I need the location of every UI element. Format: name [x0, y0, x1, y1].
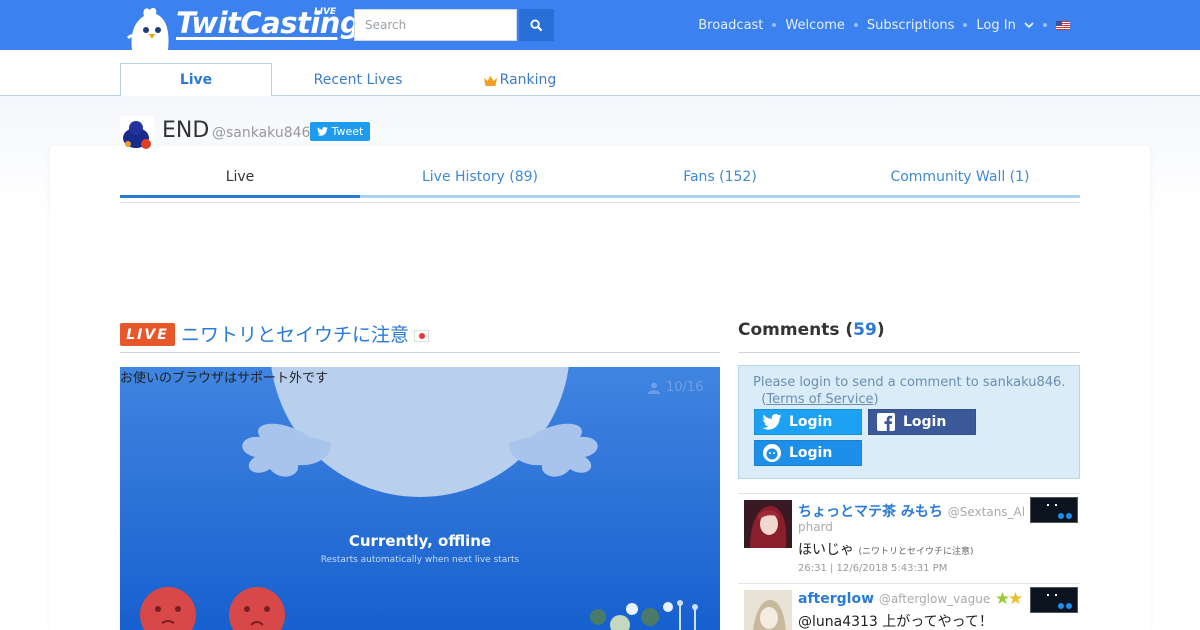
commenter-handle: @Sextans_Al	[947, 505, 1026, 519]
comments-title: Comments	[738, 320, 840, 340]
tab-recent-lives[interactable]: Recent Lives	[282, 63, 434, 96]
live-thumbnail[interactable]	[1030, 587, 1078, 613]
twitter-bird-icon	[316, 127, 328, 136]
tweet-button[interactable]: Tweet	[310, 122, 370, 141]
chevron-down-icon	[1024, 21, 1034, 28]
live-thumbnail-image	[1031, 588, 1077, 612]
live-title[interactable]: ニワトリとセイウチに注意	[181, 320, 409, 347]
facebook-login-button[interactable]: Login	[868, 409, 976, 435]
twitcasting-login-label: Login	[789, 445, 833, 461]
commenter-name-text: afterglow	[798, 591, 875, 607]
commenter-avatar[interactable]	[744, 500, 792, 548]
comment-time: 26:31 | 12/6/2018 5:43:31 PM	[798, 563, 948, 574]
comment-item: afterglow @afterglow_vague @luna4313 上がっ…	[738, 583, 1080, 630]
profile-tab-community-wall[interactable]: Community Wall (1)	[840, 158, 1080, 198]
live-badge: LIVE	[120, 323, 175, 346]
comment-text: ほいじゃ (ニワトリとセイウチに注意)	[798, 539, 973, 559]
star-badge-icon	[996, 592, 1022, 604]
tab-ranking[interactable]: Ranking	[444, 63, 596, 96]
commenter-avatar[interactable]	[744, 590, 792, 630]
nav-login[interactable]: Log In	[976, 18, 1034, 33]
tab-live[interactable]: Live	[120, 63, 272, 97]
commenter-name[interactable]: afterglow @afterglow_vague	[798, 591, 990, 607]
comment-live-tag: (ニワトリとセイウチに注意)	[858, 547, 974, 557]
unsupported-browser-notice: お使いのブラウザはサポート外です	[120, 371, 329, 386]
nav-separator	[772, 23, 777, 27]
user-avatar[interactable]	[120, 116, 154, 150]
nav-subscriptions[interactable]: Subscriptions	[867, 18, 955, 33]
nav-separator	[853, 23, 858, 27]
commenter-avatar-image	[744, 500, 792, 548]
twitter-login-button[interactable]: Login	[754, 409, 862, 435]
top-header: TwitCasting LIVE Broadcast Welcome Subsc…	[0, 0, 1200, 50]
comments-count: 59	[853, 320, 877, 340]
video-player[interactable]	[120, 367, 720, 630]
tab-ranking-label: Ranking	[499, 71, 557, 88]
japan-flag-icon	[414, 330, 429, 342]
user-icon	[648, 382, 660, 394]
commenter-handle-cont: phard	[798, 520, 833, 534]
twitcasting-login-button[interactable]: Login	[754, 440, 862, 466]
login-prompt: Please login to send a comment to sankak…	[753, 375, 1066, 407]
brand-live-badge: LIVE	[314, 7, 337, 17]
comment-text: @luna4313 上がってやって！	[798, 614, 993, 630]
commenter-avatar-image	[744, 590, 792, 630]
live-thumbnail[interactable]	[1030, 497, 1078, 523]
login-prompt-text: Please login to send a comment to sankak…	[753, 375, 1066, 390]
terms-link[interactable]: Terms of Service	[766, 392, 873, 407]
commenter-name-text: ちょっとマテ茶 みもち	[798, 504, 943, 520]
divider	[738, 352, 1080, 353]
profile-tab-live-history[interactable]: Live History (89)	[360, 158, 600, 198]
nav-welcome[interactable]: Welcome	[785, 18, 844, 33]
user-avatar-image	[120, 116, 154, 150]
crown-icon	[483, 75, 497, 86]
top-nav: Broadcast Welcome Subscriptions Log In	[698, 0, 1070, 50]
viewer-count: 10/16	[648, 380, 703, 395]
nav-broadcast[interactable]: Broadcast	[698, 18, 763, 33]
commenter-handle: @afterglow_vague	[878, 592, 991, 606]
twitter-bird-icon	[762, 414, 782, 430]
comments-heading: Comments (59)	[738, 320, 885, 340]
search-input[interactable]	[354, 9, 517, 41]
offline-subtext: Restarts automatically when next live st…	[320, 555, 520, 565]
user-name: END	[162, 118, 210, 143]
profile-tab-live[interactable]: Live	[120, 158, 360, 198]
profile-tab-fans[interactable]: Fans (152)	[600, 158, 840, 198]
twitcasting-logo[interactable]: TwitCasting LIVE	[126, 4, 361, 50]
comment-body: ほいじゃ	[798, 542, 854, 558]
nav-separator	[1043, 23, 1047, 27]
search-button[interactable]	[519, 9, 554, 41]
tweet-label: Tweet	[331, 125, 364, 138]
viewer-count-value: 10/16	[666, 380, 704, 395]
nav-separator	[963, 23, 968, 27]
offline-mascot-illustration	[140, 367, 698, 630]
comment-item: ちょっとマテ茶 みもち @Sextans_Al phard ほいじゃ (ニワトリ…	[738, 493, 1080, 583]
offline-status: Currently, offline	[348, 532, 492, 550]
search-icon	[530, 18, 543, 31]
user-handle[interactable]: @sankaku846	[212, 125, 310, 141]
commenter-name[interactable]: ちょっとマテ茶 みもち @Sextans_Al	[798, 501, 1025, 521]
profile-tabs: Live Live History (89) Fans (152) Commun…	[120, 158, 1080, 203]
twitcasting-icon	[763, 444, 781, 462]
nav-login-label: Log In	[976, 17, 1016, 33]
us-flag-icon[interactable]	[1056, 20, 1070, 30]
twitter-login-label: Login	[789, 414, 833, 430]
bird-mascot-icon	[126, 7, 169, 50]
facebook-login-label: Login	[903, 414, 947, 430]
live-thumbnail-image	[1031, 498, 1077, 522]
divider	[120, 352, 720, 353]
facebook-icon	[877, 413, 895, 431]
section-tabs: Live Recent Lives Ranking	[0, 50, 1200, 97]
